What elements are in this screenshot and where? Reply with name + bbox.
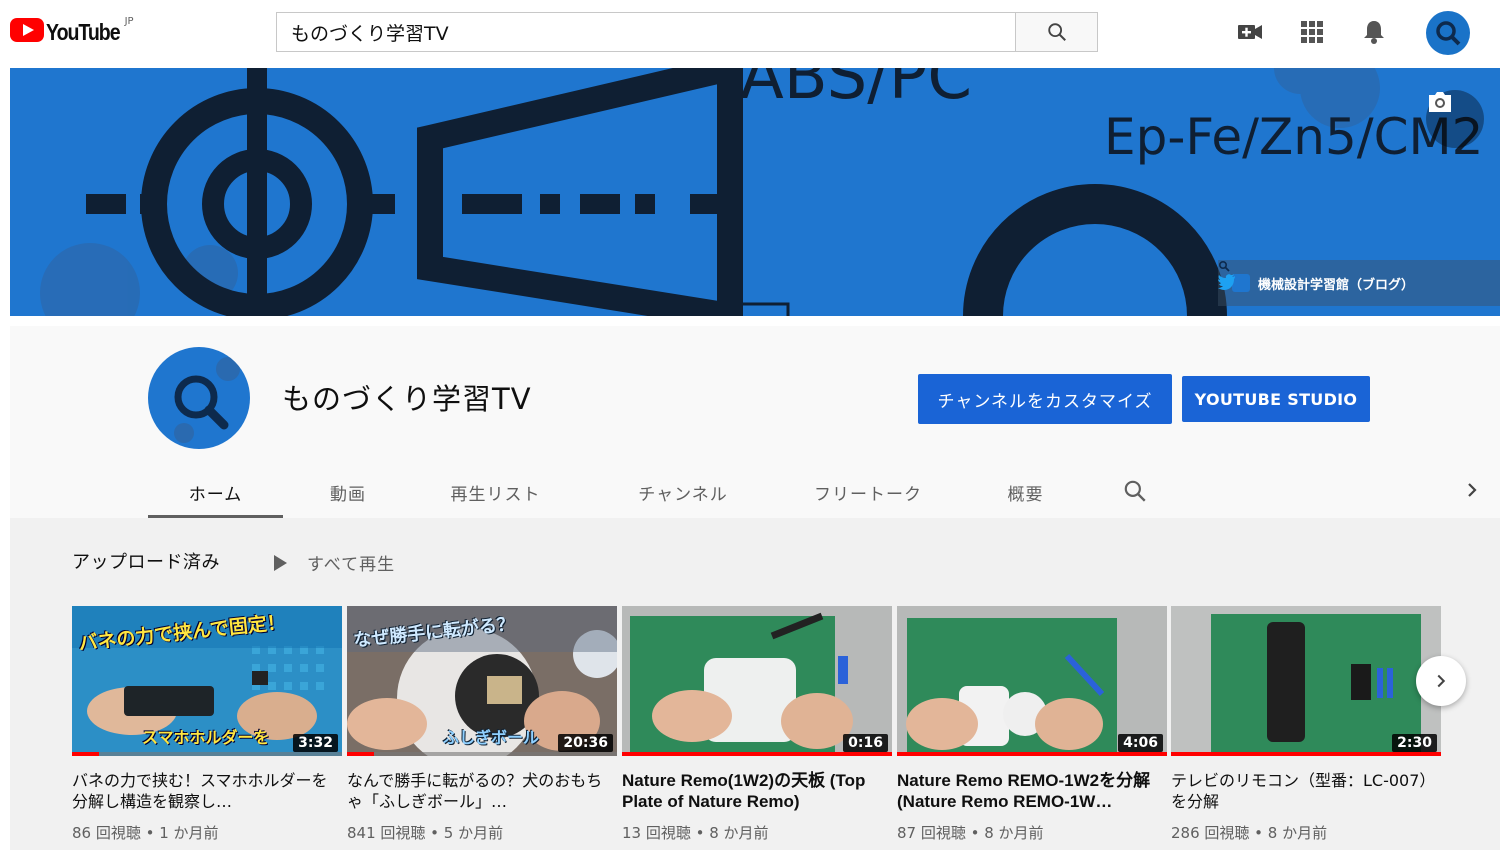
video-duration: 4:06: [1118, 734, 1163, 752]
meta-separator: •: [690, 824, 710, 842]
meta-separator: •: [140, 824, 160, 842]
channel-search-button[interactable]: [1122, 478, 1150, 506]
uploads-section: アップロード済み すべて再生 バネの力で挟んで固定！ スマホホルダーを 3:32…: [10, 518, 1500, 850]
carousel-next-button[interactable]: [1416, 656, 1466, 706]
video-duration: 2:30: [1392, 734, 1437, 752]
upload-age: 8 か月前: [984, 824, 1044, 842]
tab-channels[interactable]: チャンネル: [618, 466, 748, 518]
view-count: 841 回視聴: [347, 824, 426, 842]
video-card[interactable]: なぜ勝手に転がる？ ふしぎボール 20:36 なんで勝手に転がるの？犬のおもちゃ…: [347, 606, 617, 843]
masthead: YouTube JP: [0, 0, 1500, 68]
video-thumbnail[interactable]: 2:30: [1171, 606, 1441, 756]
apps-button[interactable]: [1298, 18, 1326, 46]
search-button[interactable]: [1015, 12, 1098, 52]
apps-grid-icon: [1301, 21, 1323, 43]
chevron-right-icon: [1437, 674, 1446, 688]
logo-text: YouTube: [46, 19, 121, 45]
view-count: 286 回視聴: [1171, 824, 1250, 842]
chevron-right-icon: [1468, 483, 1477, 497]
youtube-studio-button[interactable]: YOUTUBE STUDIO: [1182, 376, 1370, 422]
blog-link[interactable]: 機械設計学習館（ブログ）: [1218, 260, 1500, 306]
play-all-label: すべて再生: [307, 555, 396, 575]
tabs-scroll-right-button[interactable]: [1460, 478, 1484, 502]
video-thumbnail[interactable]: バネの力で挟んで固定！ スマホホルダーを 3:32: [72, 606, 342, 756]
meta-separator: •: [1249, 824, 1268, 842]
video-meta: 286 回視聴 • 8 か月前: [1171, 822, 1441, 843]
view-count: 87 回視聴: [897, 824, 966, 842]
upload-age: 1 か月前: [159, 824, 219, 842]
customize-channel-button[interactable]: チャンネルをカスタマイズ: [918, 374, 1172, 424]
watch-progress-bar: [72, 752, 99, 756]
thumbnail-caption-bottom: スマホホルダーを: [142, 728, 270, 747]
watch-progress-bar: [347, 752, 374, 756]
video-title[interactable]: Nature Remo REMO-1W2を分解 (Nature Remo REM…: [897, 770, 1163, 812]
play-all-button[interactable]: すべて再生: [274, 550, 395, 575]
notifications-button[interactable]: [1360, 18, 1388, 46]
blog-link-label: 機械設計学習館（ブログ）: [1258, 277, 1415, 293]
video-duration: 0:16: [843, 734, 888, 752]
video-card[interactable]: 2:30 テレビのリモコン（型番：LC-007）を分解 286 回視聴 • 8 …: [1171, 606, 1441, 843]
video-duration: 20:36: [558, 734, 613, 752]
video-title[interactable]: Nature Remo(1W2)の天板 (Top Plate of Nature…: [622, 770, 888, 812]
video-card[interactable]: バネの力で挟んで固定！ スマホホルダーを 3:32 バネの力で挟む！スマホホルダ…: [72, 606, 342, 843]
watch-progress-track: [347, 752, 617, 756]
search-icon: [1047, 23, 1066, 41]
video-camera-add-icon: [1238, 25, 1262, 39]
upload-age: 8 か月前: [709, 824, 769, 842]
tab-discussion[interactable]: フリートーク: [798, 466, 938, 518]
tab-videos[interactable]: 動画: [303, 466, 393, 518]
search-icon: [1124, 480, 1146, 502]
magnifier-gear-logo-icon: [174, 357, 240, 443]
video-title[interactable]: バネの力で挟む！スマホホルダーを分解し構造を観察し…: [72, 770, 338, 812]
meta-separator: •: [965, 824, 985, 842]
tab-home[interactable]: ホーム: [148, 466, 283, 518]
bell-icon: [1364, 21, 1384, 44]
search-input[interactable]: [276, 12, 1016, 52]
create-video-button[interactable]: [1236, 18, 1264, 46]
video-title[interactable]: テレビのリモコン（型番：LC-007）を分解: [1171, 770, 1437, 812]
watch-progress-bar: [622, 752, 892, 756]
youtube-play-icon: [10, 18, 44, 42]
youtube-logo[interactable]: YouTube JP: [10, 16, 134, 46]
camera-icon: [1429, 92, 1451, 112]
channel-header: ものづくり学習TV チャンネルをカスタマイズ YOUTUBE STUDIO ホー…: [10, 326, 1500, 518]
upload-age: 8 か月前: [1267, 824, 1328, 842]
video-meta: 13 回視聴 • 8 か月前: [622, 822, 892, 843]
banner-text-top: ABS/PC: [740, 68, 972, 114]
video-meta: 841 回視聴 • 5 か月前: [347, 822, 617, 843]
video-title[interactable]: なんで勝手に転がるの？犬のおもちゃ「ふしぎボール」…: [347, 770, 613, 812]
channel-avatar: [148, 347, 250, 449]
account-avatar[interactable]: [1426, 11, 1470, 55]
video-duration: 3:32: [293, 734, 338, 752]
video-card[interactable]: 0:16 Nature Remo(1W2)の天板 (Top Plate of N…: [622, 606, 892, 843]
section-title[interactable]: アップロード済み: [72, 548, 220, 574]
channel-title: ものづくり学習TV: [282, 382, 532, 416]
video-meta: 86 回視聴 • 1 か月前: [72, 822, 342, 843]
watch-progress-bar: [1171, 752, 1441, 756]
tab-playlists[interactable]: 再生リスト: [433, 466, 558, 518]
meta-separator: •: [425, 824, 444, 842]
magnifier-logo-icon: [1436, 21, 1461, 46]
video-thumbnail[interactable]: 4:06: [897, 606, 1167, 756]
video-thumbnail[interactable]: なぜ勝手に転がる？ ふしぎボール 20:36: [347, 606, 617, 756]
view-count: 86 回視聴: [72, 824, 141, 842]
tab-about[interactable]: 概要: [988, 466, 1063, 518]
change-banner-button[interactable]: [1426, 90, 1484, 148]
logo-country: JP: [124, 16, 134, 27]
channel-banner: ABS/PC Ep-Fe/Zn5/CM2 機械設計学習館（ブログ）: [10, 68, 1500, 316]
video-meta: 87 回視聴 • 8 か月前: [897, 822, 1167, 843]
watch-progress-bar: [897, 752, 1167, 756]
view-count: 13 回視聴: [622, 824, 691, 842]
video-thumbnail[interactable]: 0:16: [622, 606, 892, 756]
play-icon: [274, 554, 287, 571]
twitter-bird-icon[interactable]: [1218, 274, 1236, 290]
upload-age: 5 か月前: [443, 824, 504, 842]
watch-progress-track: [72, 752, 342, 756]
thumbnail-caption-bottom: ふしぎボール: [443, 728, 540, 747]
video-card[interactable]: 4:06 Nature Remo REMO-1W2を分解 (Nature Rem…: [897, 606, 1167, 843]
